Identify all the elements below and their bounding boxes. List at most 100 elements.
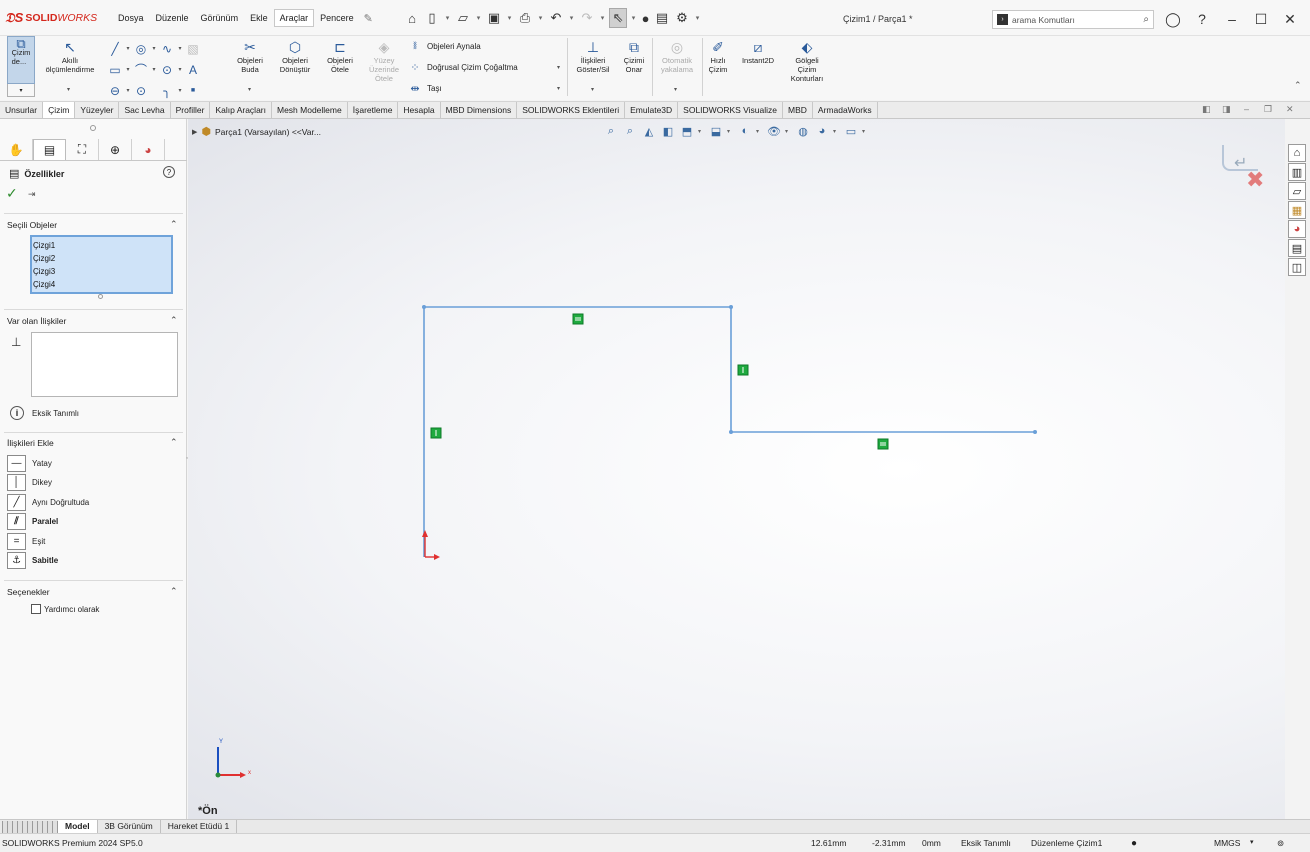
tab-armadaworks[interactable]: ArmadaWorks: [813, 102, 878, 118]
snap-dropdown[interactable]: ▾: [674, 86, 677, 93]
quick-tips-icon[interactable]: ⊚: [1277, 838, 1284, 849]
instant2d-button[interactable]: ⧄ Instant2D: [735, 38, 781, 65]
tile-right-icon[interactable]: ◨: [1222, 104, 1231, 115]
menu-ekle[interactable]: Ekle: [244, 9, 274, 27]
collapse-ribbon-icon[interactable]: ⌃: [1294, 80, 1302, 91]
convert-entities-button[interactable]: ⬡ Objeleri Dönüştür: [274, 38, 316, 74]
tab-solidworks-eklentileri[interactable]: SOLIDWORKS Eklentileri: [517, 102, 626, 118]
solidworks-forum-icon[interactable]: ◫: [1288, 258, 1306, 276]
tab-scroll-controls[interactable]: [2, 820, 58, 833]
vertical-relation-badge[interactable]: [737, 364, 749, 376]
solidworks-logo[interactable]: 𝔇S SOLIDWORKS: [5, 10, 97, 26]
undo-dropdown-icon[interactable]: ▾: [567, 8, 576, 28]
rapid-sketch-button[interactable]: ✐ Hızlı Çizim: [704, 38, 732, 74]
display-manager-icon[interactable]: ◕: [132, 139, 165, 160]
tab-isaretleme[interactable]: İşaretleme: [348, 102, 399, 118]
doc-close-icon[interactable]: ✕: [1286, 104, 1294, 115]
undo-icon[interactable]: ↶: [547, 8, 565, 28]
sketch-endpoint[interactable]: [729, 305, 733, 309]
options-dropdown-icon[interactable]: ▾: [693, 8, 702, 28]
tab-sac-levha[interactable]: Sac Levha: [119, 102, 171, 118]
collapse-caret-icon[interactable]: ⌃: [170, 315, 178, 326]
file-properties-icon[interactable]: ▤: [653, 8, 671, 28]
tab-emulate3d[interactable]: Emulate3D: [625, 102, 679, 118]
list-resize-handle[interactable]: [98, 294, 103, 299]
mirror-entities-button[interactable]: ⧚ Objeleri Aynala: [408, 40, 481, 53]
tab-mesh-modelleme[interactable]: Mesh Modelleme: [272, 102, 348, 118]
collapse-caret-icon[interactable]: ⌃: [170, 437, 178, 448]
feature-manager-icon[interactable]: ✋: [0, 139, 33, 160]
pin-icon[interactable]: ✎: [364, 12, 373, 25]
horizontal-relation-badge[interactable]: [877, 438, 889, 450]
relation-fix[interactable]: ⚓ Sabitle: [7, 552, 58, 569]
options-gear-icon[interactable]: ⚙: [673, 8, 691, 28]
menu-pencere[interactable]: Pencere: [314, 9, 360, 27]
list-item[interactable]: Çizgi2: [33, 252, 170, 265]
trim-button[interactable]: ✂ Objeleri Buda: [231, 38, 269, 74]
tab-yuzeyler[interactable]: Yüzeyler: [75, 102, 120, 118]
sketch-endpoint[interactable]: [729, 430, 733, 434]
construction-checkbox-row[interactable]: Yardımcı olarak: [31, 604, 99, 614]
vertical-relation-badge[interactable]: [430, 427, 442, 439]
rectangle-icon[interactable]: ▭: [108, 62, 122, 78]
tab-3d-view[interactable]: 3B Görünüm: [98, 820, 161, 833]
view-palette-icon[interactable]: ▦: [1288, 201, 1306, 219]
polygon-icon[interactable]: ⊙: [160, 62, 174, 78]
linear-pattern-button[interactable]: ⁘ Doğrusal Çizim Çoğaltma: [408, 61, 517, 74]
tab-motion-study[interactable]: Hareket Etüdü 1: [161, 820, 238, 833]
move-dropdown[interactable]: ▾: [557, 85, 560, 92]
menu-gorunum[interactable]: Görünüm: [195, 9, 245, 27]
rebuild-light-icon[interactable]: ●: [1131, 838, 1137, 849]
collapse-caret-icon[interactable]: ⌃: [170, 586, 178, 597]
quick-snaps-button[interactable]: ◎ Otomatik yakalama: [654, 38, 700, 74]
menu-araclar[interactable]: Araçlar: [273, 9, 315, 27]
menu-dosya[interactable]: Dosya: [112, 9, 150, 27]
arc-icon[interactable]: ⌒: [134, 62, 148, 78]
move-entities-button[interactable]: ⇹ Taşı: [408, 82, 441, 95]
minimize-icon[interactable]: –: [1222, 9, 1242, 29]
custom-properties-icon[interactable]: ▤: [1288, 239, 1306, 257]
redo-icon[interactable]: ↷: [578, 8, 596, 28]
sketch-endpoint[interactable]: [422, 305, 426, 309]
help-icon[interactable]: ?: [163, 166, 175, 178]
search-icon[interactable]: ⌕: [1143, 14, 1149, 25]
save-dropdown-icon[interactable]: ▾: [505, 8, 514, 28]
tab-cizim[interactable]: Çizim: [43, 102, 76, 118]
existing-relations-header[interactable]: Var olan İlişkiler: [7, 316, 66, 326]
tab-solidworks-visualize[interactable]: SOLIDWORKS Visualize: [678, 102, 784, 118]
offset-entities-button[interactable]: ⊏ Objeleri Ötele: [321, 38, 359, 74]
redo-dropdown-icon[interactable]: ▾: [598, 8, 607, 28]
units-dropdown-icon[interactable]: ▾: [1250, 838, 1254, 846]
print-icon[interactable]: ⎙: [516, 8, 534, 28]
smart-dimension-dropdown[interactable]: ▾: [67, 86, 70, 93]
relation-horizontal[interactable]: — Yatay: [7, 455, 52, 472]
menu-duzenle[interactable]: Düzenle: [150, 9, 195, 27]
collapse-caret-icon[interactable]: ⌃: [170, 219, 178, 230]
relation-parallel[interactable]: ⫽ Paralel: [7, 513, 58, 530]
sketch-button[interactable]: ⧉ Çizim de...: [7, 36, 35, 84]
home-icon[interactable]: ⌂: [403, 8, 421, 28]
save-icon[interactable]: ▣: [485, 8, 503, 28]
selected-entities-list[interactable]: Çizgi1 Çizgi2 Çizgi3 Çizgi4: [30, 235, 173, 294]
help-icon[interactable]: ?: [1192, 9, 1212, 29]
ok-check-icon[interactable]: ✓: [6, 185, 18, 202]
select-arrow-icon[interactable]: ⇖: [609, 8, 627, 28]
search-commands-field[interactable]: › arama Komutları ⌕: [992, 10, 1154, 29]
tab-hesapla[interactable]: Hesapla: [398, 102, 441, 118]
new-file-icon[interactable]: ▯: [423, 8, 441, 28]
dimxpert-icon[interactable]: ⊕: [99, 139, 132, 160]
sketch-dropdown[interactable]: ▾: [7, 84, 35, 97]
relation-vertical[interactable]: │ Dikey: [7, 474, 52, 491]
options-header[interactable]: Seçenekler: [7, 587, 50, 597]
spline-icon[interactable]: ∿: [160, 41, 174, 57]
unit-system[interactable]: MMGS: [1214, 838, 1240, 848]
list-item[interactable]: Çizgi1: [33, 239, 170, 252]
design-library-icon[interactable]: ▥: [1288, 163, 1306, 181]
selected-entities-header[interactable]: Seçili Objeler: [7, 220, 57, 230]
print-dropdown-icon[interactable]: ▾: [536, 8, 545, 28]
user-account-icon[interactable]: ◯: [1163, 9, 1183, 29]
configuration-manager-icon[interactable]: ⛶: [66, 139, 99, 160]
point-icon[interactable]: ■: [186, 83, 200, 99]
pattern-dropdown[interactable]: ▾: [557, 64, 560, 71]
circle-icon[interactable]: ◎: [134, 41, 148, 57]
